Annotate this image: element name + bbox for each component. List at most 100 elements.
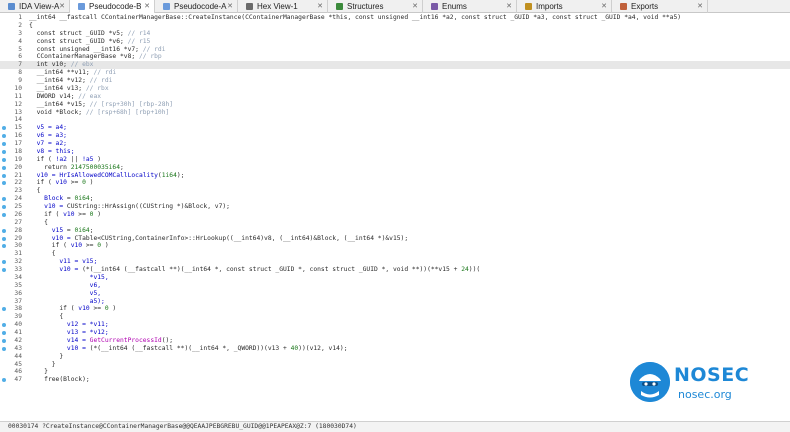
breakpoint-dot-icon[interactable] <box>2 346 6 351</box>
code-line[interactable]: 13 void *Block; // [rsp+68h] [rbp+10h] <box>0 109 790 117</box>
code-line[interactable]: 11 DWORD v14; // eax <box>0 93 790 101</box>
breakpoint-dot-icon[interactable] <box>2 307 6 312</box>
breakpoint-dot-icon[interactable] <box>2 173 6 178</box>
tab-enums[interactable]: Enums ✕ <box>423 0 517 13</box>
code-line[interactable]: 40 v12 = *v11; <box>0 321 790 329</box>
breakpoint-dot-icon[interactable] <box>2 331 6 335</box>
tab-imports[interactable]: Imports ✕ <box>517 0 612 13</box>
code-line[interactable]: 12 __int64 *v15; // [rsp+30h] [rbp-28h] <box>0 101 790 109</box>
code-line[interactable]: 47 free(Block); <box>0 376 790 384</box>
tab-exports[interactable]: Exports ✕ <box>612 0 708 13</box>
code-line[interactable]: 33 v10 = (*(__int64 (__fastcall **)(__in… <box>0 266 790 274</box>
code-line[interactable]: 20 return 2147500035i64; <box>0 164 790 172</box>
code-line[interactable]: 31 { <box>0 250 790 258</box>
close-icon[interactable]: ✕ <box>59 2 65 10</box>
code-token: >= <box>82 242 98 250</box>
close-icon[interactable]: ✕ <box>506 2 512 10</box>
code-line[interactable]: 17 v7 = a2; <box>0 140 790 148</box>
breakpoint-dot-icon[interactable] <box>2 181 6 186</box>
breakpoint-dot-icon[interactable] <box>2 378 6 383</box>
code-line[interactable]: 8 __int64 **v11; // rdi <box>0 69 790 77</box>
code-line[interactable]: 14 <box>0 116 790 124</box>
code-line[interactable]: 16 v6 = a3; <box>0 132 790 140</box>
code-line[interactable]: 37 a5); <box>0 298 790 306</box>
code-line[interactable]: 35 v6, <box>0 282 790 290</box>
close-icon[interactable]: ✕ <box>144 2 150 10</box>
code-line[interactable]: 42 v14 = GetCurrentProcessId(); <box>0 337 790 345</box>
tab-structures[interactable]: Structures ✕ <box>328 0 423 13</box>
breakpoint-dot-icon[interactable] <box>2 260 6 265</box>
breakpoint-dot-icon[interactable] <box>2 228 6 233</box>
code-line[interactable]: 46 } <box>0 368 790 376</box>
code-line[interactable]: 41 v13 = *v12; <box>0 329 790 337</box>
breakpoint-dot-icon[interactable] <box>2 197 6 202</box>
code-token: // rdi <box>142 45 166 53</box>
breakpoint-dot-icon[interactable] <box>2 149 6 154</box>
breakpoint-dot-icon[interactable] <box>2 244 6 249</box>
code-line[interactable]: 21 v10 = HrIsAllowedCOMCallLocality(1i64… <box>0 172 790 180</box>
code-line[interactable]: 22 if ( v10 >= 0 ) <box>0 179 790 187</box>
code-line[interactable]: 23 { <box>0 187 790 195</box>
close-icon[interactable]: ✕ <box>697 2 703 10</box>
code-line[interactable]: 38 if ( v10 >= 0 ) <box>0 305 790 313</box>
code-line[interactable]: 43 v10 = (*(__int64 (__fastcall **)(__in… <box>0 345 790 353</box>
code-line[interactable]: 30 if ( v10 >= 0 ) <box>0 242 790 250</box>
code-token: // [rsp+68h] [rbp+10h] <box>85 108 170 116</box>
code-line[interactable]: 2{ <box>0 22 790 30</box>
close-icon[interactable]: ✕ <box>412 2 418 10</box>
close-icon[interactable]: ✕ <box>227 2 233 10</box>
breakpoint-dot-icon[interactable] <box>2 142 6 146</box>
code-line[interactable]: 27 { <box>0 219 790 227</box>
close-icon[interactable]: ✕ <box>317 2 323 10</box>
breakpoint-dot-icon[interactable] <box>2 323 6 328</box>
code-token: const unsigned __int16 *v7; <box>29 45 143 53</box>
tab-pseudocode-b[interactable]: Pseudocode-B ✕ <box>70 0 155 13</box>
code-line[interactable]: 44 } <box>0 353 790 361</box>
code-line[interactable]: 15 v5 = a4; <box>0 124 790 132</box>
code-line[interactable]: 26 if ( v10 >= 0 ) <box>0 211 790 219</box>
close-icon[interactable]: ✕ <box>601 2 607 10</box>
enums-icon <box>431 3 438 10</box>
code-line[interactable]: 10 __int64 v13; // rbx <box>0 85 790 93</box>
tab-hex-view-1[interactable]: Hex View-1 ✕ <box>238 0 328 13</box>
code-token: if ( <box>29 179 56 187</box>
code-line[interactable]: 29 v10 = CTable<CUString,ContainerInfo>:… <box>0 235 790 243</box>
breakpoint-dot-icon[interactable] <box>2 157 6 162</box>
code-line[interactable]: 34 *v15, <box>0 274 790 282</box>
code-line[interactable]: 39 { <box>0 313 790 321</box>
code-line[interactable]: 3 const struct _GUID *v5; // r14 <box>0 30 790 38</box>
code-line[interactable]: 1 __int64 __fastcall CContainerManagerBas… <box>0 14 790 22</box>
code-line[interactable]: 6 CContainerManagerBase *v8; // rbp <box>0 53 790 61</box>
code-line[interactable]: 28 v15 = 0i64; <box>0 227 790 235</box>
breakpoint-dot-icon[interactable] <box>2 126 6 131</box>
breakpoint-dot-icon[interactable] <box>2 205 6 209</box>
code-token: free(Block); <box>29 376 90 384</box>
code-line[interactable]: 18 v8 = this; <box>0 148 790 156</box>
breakpoint-dot-icon[interactable] <box>2 268 6 272</box>
breakpoint-dot-icon[interactable] <box>2 134 6 139</box>
tab-pseudocode-a[interactable]: Pseudocode-A ✕ <box>155 0 238 13</box>
code-text: __int64 *v15; // [rsp+30h] [rbp-28h] <box>29 101 174 109</box>
tab-ida-view-a[interactable]: IDA View-A ✕ <box>0 0 70 13</box>
code-line[interactable]: 19 if ( !a2 || !a5 ) <box>0 156 790 164</box>
code-token: v10 <box>70 242 83 250</box>
code-line[interactable]: 9 __int64 *v12; // rdi <box>0 77 790 85</box>
code-token: } <box>29 368 48 376</box>
code-text: v13 = *v12; <box>29 329 109 337</box>
code-line[interactable]: 36 v5, <box>0 290 790 298</box>
breakpoint-dot-icon[interactable] <box>2 165 6 170</box>
line-number: 26 <box>14 210 22 218</box>
code-line[interactable]: 24 Block = 0i64; <box>0 195 790 203</box>
code-line[interactable]: 7 int v10; // ebx <box>0 61 790 70</box>
code-token: int v10; <box>29 61 71 69</box>
code-line[interactable]: 45 } <box>0 361 790 369</box>
code-line[interactable]: 32 v11 = v15; <box>0 258 790 266</box>
code-line[interactable]: 25 v10 = CUString::HrAssign((CUString *)… <box>0 203 790 211</box>
pseudocode-view[interactable]: 1 __int64 __fastcall CContainerManagerBas… <box>0 14 790 419</box>
code-line[interactable]: 5 const unsigned __int16 *v7; // rdi <box>0 46 790 54</box>
code-line[interactable]: 4 const struct _GUID *v6; // r15 <box>0 38 790 46</box>
breakpoint-dot-icon[interactable] <box>2 212 6 217</box>
code-token: GetCurrentProcessId <box>89 336 162 344</box>
breakpoint-dot-icon[interactable] <box>2 338 6 343</box>
breakpoint-dot-icon[interactable] <box>2 236 6 241</box>
